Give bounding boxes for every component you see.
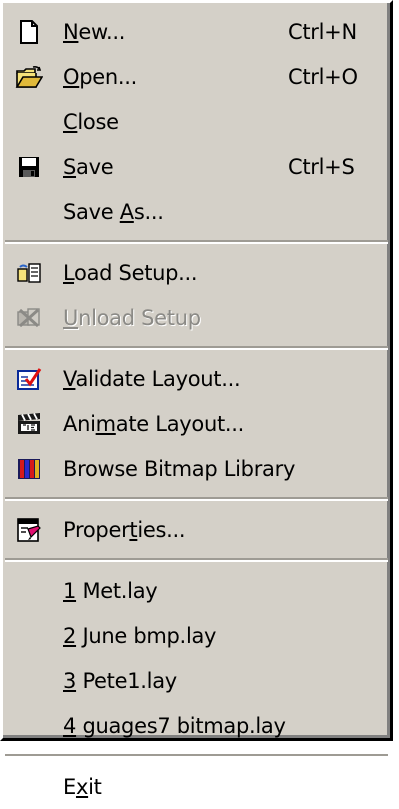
load-setup-icon bbox=[3, 250, 55, 295]
clapperboard-icon bbox=[3, 401, 55, 446]
menu-item-recent-4[interactable]: 4 guages7 bitmap.lay bbox=[3, 703, 390, 748]
unload-setup-icon bbox=[3, 295, 55, 340]
shortcut-save: Ctrl+S bbox=[288, 154, 355, 179]
shortcut-new: Ctrl+N bbox=[288, 19, 357, 44]
shortcut-open: Ctrl+O bbox=[288, 64, 358, 89]
menu-separator bbox=[3, 748, 390, 764]
file-menu: New... Ctrl+N Open... Ctrl+O Close Save … bbox=[0, 0, 393, 799]
menu-item-new[interactable]: New... Ctrl+N bbox=[3, 9, 390, 54]
menu-item-properties[interactable]: Properties... bbox=[3, 507, 390, 552]
menu-item-save-as[interactable]: Save As... bbox=[3, 189, 390, 234]
menu-item-close[interactable]: Close bbox=[3, 99, 390, 144]
menu-item-animate-layout[interactable]: Animate Layout... bbox=[3, 401, 390, 446]
menu-separator bbox=[3, 552, 390, 568]
books-icon bbox=[3, 446, 55, 491]
menu-item-recent-2[interactable]: 2 June bmp.lay bbox=[3, 613, 390, 658]
menu-separator bbox=[3, 234, 390, 250]
open-folder-icon bbox=[3, 54, 55, 99]
checklist-icon bbox=[3, 356, 55, 401]
menu-item-recent-3[interactable]: 3 Pete1.lay bbox=[3, 658, 390, 703]
menu-item-open[interactable]: Open... Ctrl+O bbox=[3, 54, 390, 99]
menu-separator bbox=[3, 340, 390, 356]
floppy-disk-icon bbox=[3, 144, 55, 189]
menu-item-load-setup[interactable]: Load Setup... bbox=[3, 250, 390, 295]
menu-item-validate-layout[interactable]: Validate Layout... bbox=[3, 356, 390, 401]
menu-item-unload-setup: Unload Setup bbox=[3, 295, 390, 340]
menu-item-browse-bitmap-library[interactable]: Browse Bitmap Library bbox=[3, 446, 390, 491]
menu-item-exit[interactable]: Exit bbox=[3, 764, 390, 809]
new-document-icon bbox=[3, 9, 55, 54]
properties-icon bbox=[3, 507, 55, 552]
menu-separator bbox=[3, 491, 390, 507]
menu-item-save[interactable]: Save Ctrl+S bbox=[3, 144, 390, 189]
menu-item-recent-1[interactable]: 1 Met.lay bbox=[3, 568, 390, 613]
